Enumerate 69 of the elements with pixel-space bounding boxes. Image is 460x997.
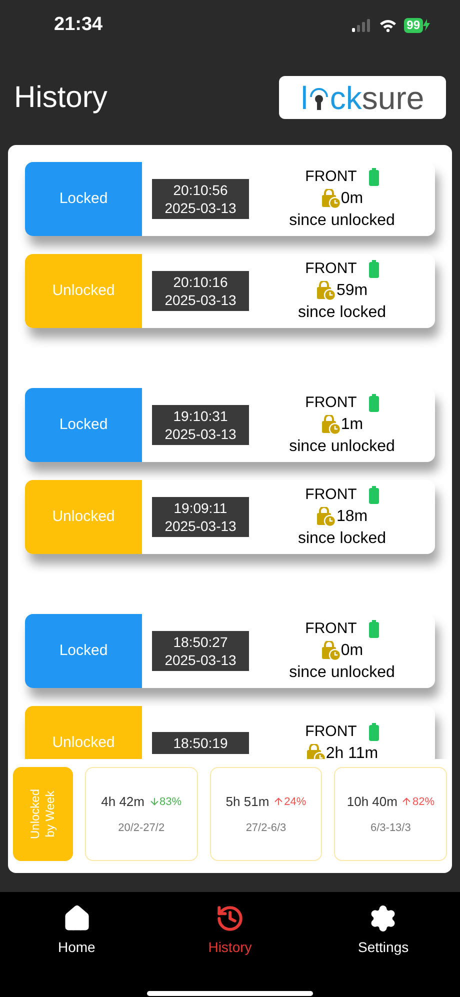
elapsed-caption: since locked — [298, 529, 386, 549]
trend-icon — [148, 796, 160, 808]
event-time: 18:50:19 — [173, 734, 228, 752]
elapsed-caption: since unlocked — [289, 211, 395, 231]
battery-icon — [368, 394, 379, 412]
status-label: Unlocked — [52, 732, 115, 753]
lock-clock-icon — [320, 189, 341, 209]
elapsed-time: 2h 11m — [326, 744, 378, 759]
elapsed-time: 1m — [340, 415, 364, 435]
page-title: History — [14, 80, 108, 116]
event-date: 2025-03-13 — [164, 517, 236, 535]
elapsed-time: 0m — [340, 641, 364, 661]
lock-clock-icon — [316, 507, 336, 527]
door-name: FRONT — [305, 722, 357, 742]
signal-icon — [352, 18, 372, 32]
event-time: 20:10:16 — [173, 273, 228, 291]
nav-tab[interactable]: Settings — [333, 904, 434, 958]
door-name: FRONT — [305, 259, 357, 279]
logo-text: ck — [330, 82, 362, 114]
history-icon — [214, 904, 245, 933]
event-date: 2025-03-13 — [164, 199, 236, 217]
door-name: FRONT — [305, 393, 357, 413]
event-date: 2025-03-13 — [164, 651, 236, 669]
elapsed-time: 59m — [336, 281, 368, 301]
status-label: Locked — [59, 188, 108, 209]
week-change: 83% — [148, 794, 182, 810]
door-name: FRONT — [305, 619, 357, 639]
lock-clock-icon — [320, 415, 341, 435]
week-change: 24% — [273, 794, 306, 810]
status-label: Locked — [59, 640, 108, 661]
week-range: 20/2-27/2 — [118, 820, 165, 836]
battery-icon — [368, 620, 379, 638]
week-duration: 4h 42m — [101, 793, 144, 811]
event-date: 2025-03-13 — [164, 291, 236, 309]
clock-time: 21:34 — [54, 12, 103, 37]
elapsed-caption: since unlocked — [289, 663, 395, 683]
trend-icon — [401, 796, 412, 808]
week-duration: 10h 40m — [346, 793, 398, 811]
trend-icon — [273, 796, 284, 808]
nav-tab[interactable]: Home — [26, 904, 127, 958]
event-time: 18:50:27 — [173, 633, 228, 651]
elapsed-caption: since unlocked — [289, 437, 395, 457]
lock-clock-icon — [316, 281, 336, 301]
week-range: 27/2-6/3 — [246, 820, 286, 836]
battery-icon — [368, 723, 379, 741]
status-label: Unlocked — [52, 280, 115, 301]
wifi-icon — [378, 18, 397, 32]
weekly-label: Unlocked by Week — [28, 788, 58, 842]
status-label: Locked — [59, 414, 108, 435]
event-time: 19:09:11 — [174, 499, 228, 517]
logo-text: sure — [362, 82, 424, 114]
door-name: FRONT — [305, 167, 357, 187]
elapsed-caption: since locked — [298, 303, 386, 323]
event-time: 20:10:56 — [173, 181, 228, 199]
battery-icon — [368, 486, 379, 504]
elapsed-time: 0m — [340, 189, 364, 209]
event-time: 19:10:31 — [173, 407, 228, 425]
door-name: FRONT — [305, 485, 357, 505]
status-label: Unlocked — [52, 506, 115, 527]
battery-icon — [368, 168, 379, 186]
battery-icon — [368, 260, 379, 278]
nav-tab[interactable]: History — [180, 904, 280, 958]
lock-clock-icon — [320, 641, 341, 661]
logo-text: l — [300, 82, 308, 114]
week-range: 6/3-13/3 — [370, 820, 411, 836]
event-date: 2025-03-13 — [164, 425, 236, 443]
week-duration: 5h 51m — [226, 793, 270, 811]
elapsed-time: 18m — [336, 507, 368, 527]
week-change: 82% — [401, 794, 434, 810]
